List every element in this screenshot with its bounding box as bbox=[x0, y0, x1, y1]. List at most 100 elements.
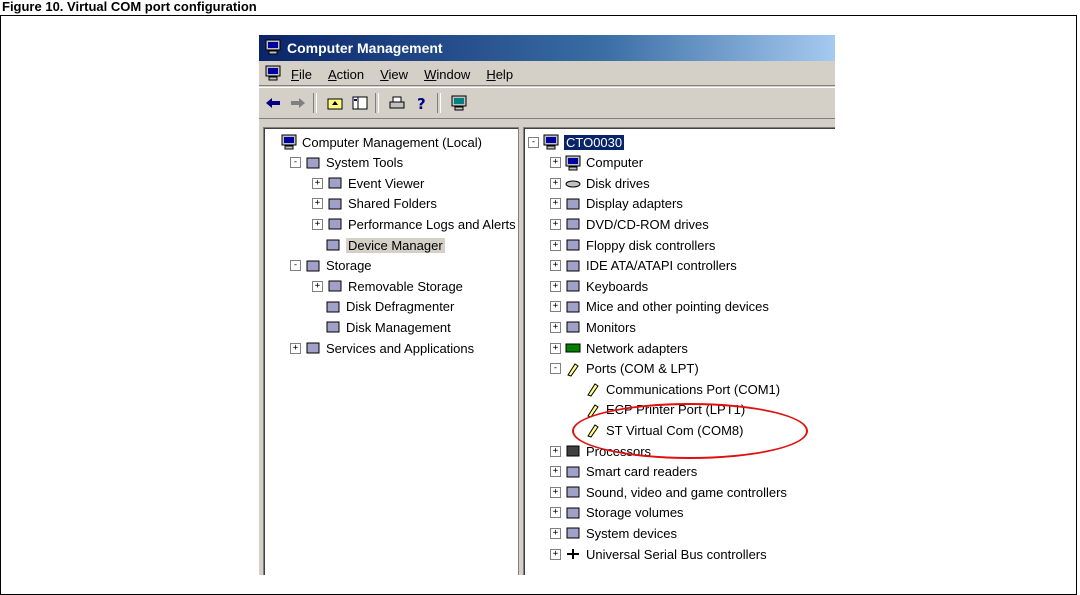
expand-icon[interactable]: + bbox=[550, 342, 561, 354]
monitor-icon bbox=[565, 319, 581, 335]
computer-icon bbox=[565, 155, 581, 171]
expand-icon[interactable]: + bbox=[550, 239, 561, 251]
title-bar[interactable]: Computer Management bbox=[259, 35, 835, 61]
floppy-icon bbox=[565, 237, 581, 253]
menu-window[interactable]: Window bbox=[424, 67, 470, 82]
tree-item-label: Event Viewer bbox=[348, 175, 425, 191]
port-icon bbox=[585, 381, 601, 397]
app-menu-icon[interactable] bbox=[265, 65, 281, 84]
left-tree-item[interactable]: Computer Management (Local) bbox=[268, 132, 482, 152]
right-tree-item[interactable]: + Network adapters bbox=[550, 338, 688, 358]
expand-icon[interactable]: + bbox=[550, 445, 561, 457]
left-tree-item[interactable]: Disk Management bbox=[312, 317, 451, 337]
right-tree-item[interactable]: + Disk drives bbox=[550, 173, 650, 193]
right-tree-item[interactable]: + IDE ATA/ATAPI controllers bbox=[550, 256, 737, 276]
expand-icon[interactable]: + bbox=[312, 198, 323, 210]
console-tree-pane[interactable]: Computer Management (Local) - System Tools… bbox=[263, 127, 519, 575]
collapse-icon[interactable]: - bbox=[290, 157, 301, 169]
right-tree-item[interactable]: + Floppy disk controllers bbox=[550, 235, 715, 255]
back-icon[interactable] bbox=[262, 92, 284, 114]
toolbar-separator bbox=[437, 93, 441, 113]
left-tree-item[interactable]: - Storage bbox=[290, 256, 372, 276]
event-viewer-icon bbox=[327, 175, 343, 191]
expand-icon[interactable]: + bbox=[550, 260, 561, 272]
menu-file[interactable]: File bbox=[291, 67, 312, 82]
right-tree-item[interactable]: + Computer bbox=[550, 153, 643, 173]
expand-icon[interactable]: + bbox=[550, 321, 561, 333]
forward-icon[interactable] bbox=[287, 92, 309, 114]
expand-icon[interactable]: + bbox=[290, 342, 301, 354]
menu-action[interactable]: Action bbox=[328, 67, 364, 82]
tree-item-label: Device Manager bbox=[346, 237, 445, 253]
expand-icon[interactable]: + bbox=[550, 486, 561, 498]
tree-item-label: Universal Serial Bus controllers bbox=[586, 546, 767, 562]
expand-icon[interactable]: + bbox=[550, 218, 561, 230]
collapse-icon[interactable]: - bbox=[290, 260, 301, 272]
tree-item-label: System devices bbox=[586, 525, 678, 541]
right-tree-item[interactable]: + Storage volumes bbox=[550, 503, 684, 523]
menu-help[interactable]: Help bbox=[486, 67, 513, 82]
print-icon[interactable] bbox=[386, 92, 408, 114]
device-manager-icon bbox=[325, 237, 341, 253]
svg-text:?: ? bbox=[417, 95, 426, 111]
expand-icon[interactable]: + bbox=[550, 466, 561, 478]
menu-view[interactable]: View bbox=[380, 67, 408, 82]
right-tree-item[interactable]: - Ports (COM & LPT) bbox=[550, 359, 699, 379]
console-icon[interactable] bbox=[448, 92, 470, 114]
toolbar-separator bbox=[313, 93, 317, 113]
expand-icon[interactable]: + bbox=[550, 198, 561, 210]
right-tree-item[interactable]: + Keyboards bbox=[550, 276, 648, 296]
right-tree-item[interactable]: - CTO0030 bbox=[528, 132, 626, 152]
menu-bar: File Action View Window Help bbox=[259, 63, 835, 86]
right-tree-item[interactable]: + Universal Serial Bus controllers bbox=[550, 544, 767, 564]
tree-item-label: Ports (COM & LPT) bbox=[586, 361, 699, 377]
expand-icon[interactable]: + bbox=[550, 548, 561, 560]
left-tree-item[interactable]: + Performance Logs and Alerts bbox=[312, 214, 516, 234]
tree-item-label: Services and Applications bbox=[326, 340, 475, 356]
computer-icon bbox=[543, 134, 559, 150]
usb-icon bbox=[565, 546, 581, 562]
expand-icon[interactable]: + bbox=[550, 157, 561, 169]
left-tree-item[interactable]: Disk Defragmenter bbox=[312, 297, 454, 317]
shared-folder-icon bbox=[327, 196, 343, 212]
expand-icon[interactable]: + bbox=[550, 280, 561, 292]
collapse-icon[interactable]: - bbox=[528, 136, 539, 148]
toolbar: ? bbox=[259, 87, 835, 119]
tree-item-label: Mice and other pointing devices bbox=[586, 299, 769, 315]
right-tree-item[interactable]: + Mice and other pointing devices bbox=[550, 297, 769, 317]
collapse-icon[interactable]: - bbox=[550, 363, 561, 375]
left-tree-item[interactable]: + Removable Storage bbox=[312, 276, 463, 296]
expand-icon[interactable]: + bbox=[550, 507, 561, 519]
left-tree-item[interactable]: - System Tools bbox=[290, 153, 403, 173]
left-tree-item[interactable]: + Services and Applications bbox=[290, 338, 474, 358]
tree-item-label: System Tools bbox=[326, 155, 404, 171]
left-tree-item[interactable]: + Event Viewer bbox=[312, 173, 424, 193]
left-tree-item[interactable]: Device Manager bbox=[312, 235, 445, 255]
expand-icon[interactable]: + bbox=[312, 218, 323, 230]
expand-icon[interactable]: + bbox=[550, 527, 561, 539]
cdrom-icon bbox=[565, 216, 581, 232]
sound-icon bbox=[565, 484, 581, 500]
right-tree-item[interactable]: + Smart card readers bbox=[550, 462, 697, 482]
up-folder-icon[interactable] bbox=[324, 92, 346, 114]
device-tree-pane[interactable]: - CTO0030 + Computer + Disk drives + Display ad… bbox=[523, 127, 835, 575]
right-tree-item[interactable]: + DVD/CD-ROM drives bbox=[550, 214, 709, 234]
tree-connector bbox=[312, 241, 321, 250]
left-tree-item[interactable]: + Shared Folders bbox=[312, 194, 437, 214]
mouse-icon bbox=[565, 299, 581, 315]
expand-icon[interactable]: + bbox=[312, 177, 323, 189]
right-tree-item[interactable]: Communications Port (COM1) bbox=[572, 379, 780, 399]
processor-icon bbox=[565, 443, 581, 459]
tree-connector bbox=[572, 385, 581, 394]
show-hide-tree-icon[interactable] bbox=[349, 92, 371, 114]
right-tree-item[interactable]: + Sound, video and game controllers bbox=[550, 482, 787, 502]
tree-item-label: Disk Management bbox=[346, 319, 451, 335]
computer-icon bbox=[265, 39, 281, 58]
expand-icon[interactable]: + bbox=[312, 280, 323, 292]
expand-icon[interactable]: + bbox=[550, 177, 561, 189]
right-tree-item[interactable]: + Monitors bbox=[550, 317, 636, 337]
help-icon[interactable]: ? bbox=[411, 92, 433, 114]
right-tree-item[interactable]: + System devices bbox=[550, 523, 677, 543]
expand-icon[interactable]: + bbox=[550, 301, 561, 313]
right-tree-item[interactable]: + Display adapters bbox=[550, 194, 683, 214]
